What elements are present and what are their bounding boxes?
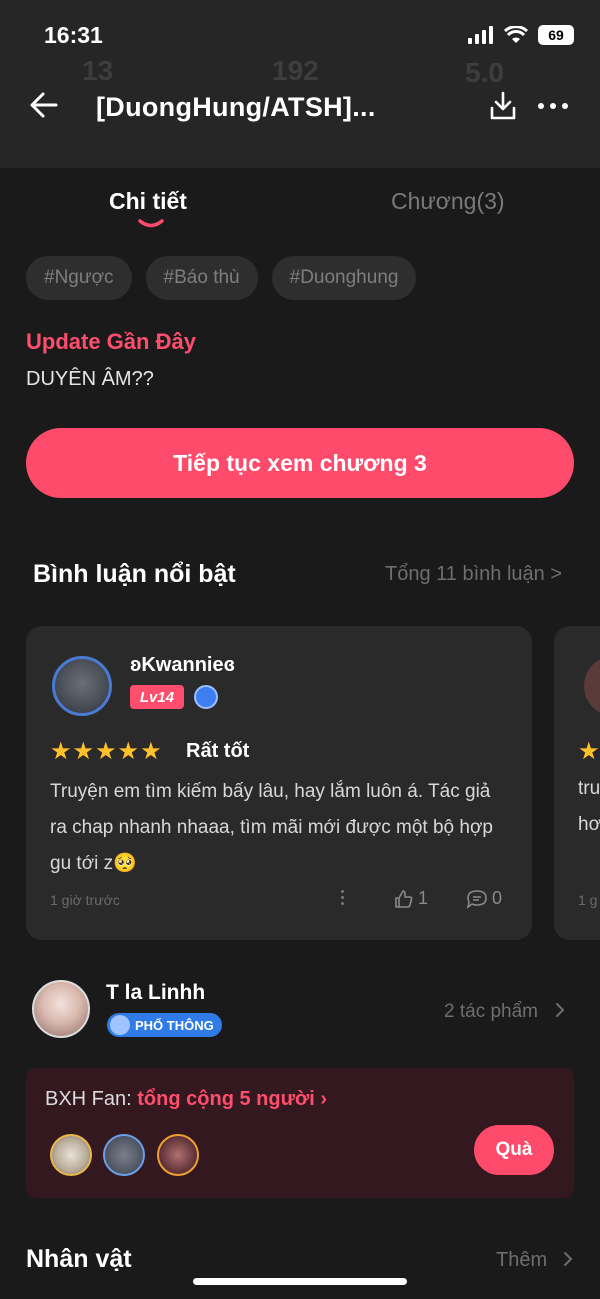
comment-text-peek: hơ xyxy=(578,814,600,835)
download-icon[interactable] xyxy=(488,90,518,122)
member-tier-icon xyxy=(194,685,218,709)
star-icon: ★ xyxy=(72,738,95,765)
reply-button[interactable]: 0 xyxy=(466,888,502,909)
tag-chip[interactable]: #Ngược xyxy=(26,256,132,300)
level-badge: Lv14 xyxy=(130,685,184,709)
fan-ranking-box[interactable]: BXH Fan: tổng cộng 5 người › Quà xyxy=(26,1068,574,1198)
chevron-right-icon: › xyxy=(320,1088,328,1110)
reply-count: 0 xyxy=(492,888,503,908)
all-comments-link[interactable]: Tổng 11 bình luận > xyxy=(385,563,562,586)
like-count: 1 xyxy=(418,888,429,908)
author-works-link[interactable]: 2 tác phẩm xyxy=(444,1001,567,1023)
next-comment-card[interactable]: ★ tru hơ 1 g xyxy=(554,626,600,940)
characters-more-link[interactable]: Thêm xyxy=(496,1249,575,1272)
star-icon: ★ xyxy=(578,738,600,765)
status-icons: 69 xyxy=(468,25,574,45)
top-header: 16:31 69 13 192 5.0 [DuongHung/ATSH]... xyxy=(0,0,600,168)
chat-bubble-icon xyxy=(466,889,487,909)
comment-text-peek: tru xyxy=(578,778,600,799)
nav-row: [DuongHung/ATSH]... xyxy=(0,82,600,132)
tab-active-indicator xyxy=(138,219,164,228)
more-options-icon[interactable] xyxy=(538,100,574,112)
star-icon: ★ xyxy=(95,738,117,765)
comment-timestamp-peek: 1 g xyxy=(578,892,598,908)
fan-avatar[interactable] xyxy=(157,1134,199,1176)
commenter-avatar[interactable] xyxy=(52,656,112,716)
status-time: 16:31 xyxy=(44,22,103,48)
gift-button[interactable]: Quà xyxy=(474,1125,554,1175)
star-icon: ★ xyxy=(117,738,140,765)
chevron-right-icon xyxy=(556,1003,565,1017)
continue-reading-button[interactable]: Tiếp tục xem chương 3 xyxy=(26,428,574,498)
author-tier-badge: PHỔ THÔNG xyxy=(107,1013,222,1037)
like-button[interactable]: 1 xyxy=(394,888,428,909)
comment-text: Truyện em tìm kiếm bấy lâu, hay lắm luôn… xyxy=(50,781,493,874)
battery-indicator: 69 xyxy=(538,25,574,45)
tab-chapters[interactable]: Chương(3) xyxy=(391,188,505,215)
star-icon: ★ xyxy=(50,738,72,765)
update-text: DUYÊN ÂM?? xyxy=(26,368,154,390)
tag-chip[interactable]: #Báo thù xyxy=(145,256,258,300)
rating-stars: ★ ★ ★ ★ ★ xyxy=(50,737,162,766)
comment-more-icon[interactable] xyxy=(338,890,346,910)
signal-icon xyxy=(468,26,493,44)
author-works-count: 2 tác phẩm xyxy=(444,1001,538,1022)
tab-details[interactable]: Chi tiết xyxy=(109,188,187,215)
author-avatar[interactable] xyxy=(32,980,90,1038)
author-name[interactable]: T la Linhh xyxy=(106,981,205,1005)
comment-card[interactable]: ʚKwannieɞ Lv14 ★ ★ ★ ★ ★ Rất tốt Truyện … xyxy=(26,626,532,940)
fan-ranking-count[interactable]: tổng cộng 5 người xyxy=(137,1088,315,1110)
star-icon: ★ xyxy=(140,738,162,765)
characters-more-label: Thêm xyxy=(496,1249,548,1271)
author-tier-label: PHỔ THÔNG xyxy=(135,1017,214,1033)
characters-section-title: Nhân vật xyxy=(26,1245,132,1273)
wifi-icon xyxy=(504,26,528,43)
update-label: Update Gần Đây xyxy=(26,329,196,354)
tier-icon xyxy=(110,1015,130,1035)
fan-avatar[interactable] xyxy=(103,1134,145,1176)
tag-chip[interactable]: #Duonghung xyxy=(271,256,417,300)
fan-avatar[interactable] xyxy=(50,1134,92,1176)
comment-timestamp: 1 giờ trước xyxy=(50,892,120,908)
commenter-username[interactable]: ʚKwannieɞ xyxy=(130,654,235,677)
chevron-right-icon xyxy=(563,1252,573,1266)
thumbs-up-icon xyxy=(395,889,413,908)
page-title: [DuongHung/ATSH]... xyxy=(96,92,376,122)
tag-list: #Ngược #Báo thù #Duonghung xyxy=(26,256,417,300)
commenter-avatar xyxy=(584,656,600,716)
fan-ranking-title: BXH Fan: tổng cộng 5 người › xyxy=(45,1088,327,1111)
rating-label: Rất tốt xyxy=(186,740,250,762)
comments-section-title: Bình luận nổi bật xyxy=(33,560,236,588)
home-indicator[interactable] xyxy=(193,1278,407,1285)
back-arrow-icon[interactable] xyxy=(28,88,60,122)
fan-ranking-label: BXH Fan: xyxy=(45,1088,132,1110)
